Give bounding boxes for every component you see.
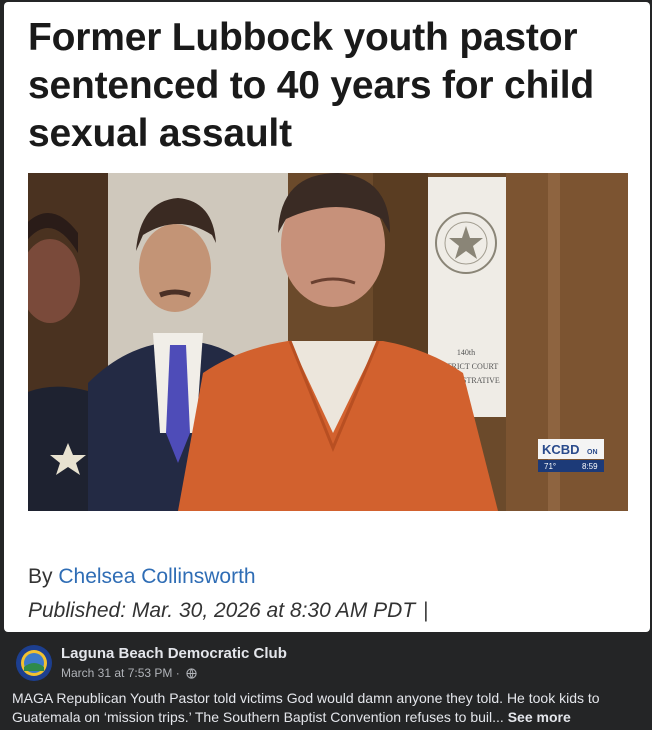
published-separator: | — [423, 599, 429, 622]
globe-icon — [186, 668, 197, 682]
published-text: Published: Mar. 30, 2026 at 8:30 AM PDT — [28, 599, 416, 622]
author-link[interactable]: Chelsea Collinsworth — [58, 565, 255, 588]
article-byline: By Chelsea Collinsworth — [28, 565, 256, 589]
page-name-link[interactable]: Laguna Beach Democratic Club — [61, 645, 287, 662]
kcbd-logo-suffix: ON — [587, 449, 598, 456]
post-body: MAGA Republican Youth Pastor told victim… — [12, 689, 642, 727]
page-avatar[interactable] — [16, 645, 52, 681]
time-readout: 8:59 — [582, 462, 598, 471]
byline-prefix: By — [28, 565, 53, 588]
see-more-link[interactable]: See more — [508, 709, 571, 725]
published-date: Published: Mar. 30, 2026 at 8:30 AM PDT | — [28, 599, 429, 623]
article-photo[interactable]: 140th DISTRICT COURT ADMINISTRATIVE KCBD… — [28, 173, 628, 511]
screenshot-frame: Former Lubbock youth pastor sentenced to… — [0, 0, 652, 730]
facebook-post: Laguna Beach Democratic Club March 31 at… — [0, 633, 652, 730]
post-meta: March 31 at 7:53 PM · — [61, 666, 197, 682]
placard-line-1: 140th — [457, 348, 475, 357]
post-timestamp[interactable]: March 31 at 7:53 PM — [61, 666, 172, 680]
meta-separator: · — [175, 666, 180, 680]
kcbd-logo-text: KCBD — [542, 442, 580, 457]
temperature-readout: 71° — [544, 462, 556, 471]
article-card[interactable]: Former Lubbock youth pastor sentenced to… — [4, 2, 650, 632]
article-headline: Former Lubbock youth pastor sentenced to… — [28, 16, 595, 155]
